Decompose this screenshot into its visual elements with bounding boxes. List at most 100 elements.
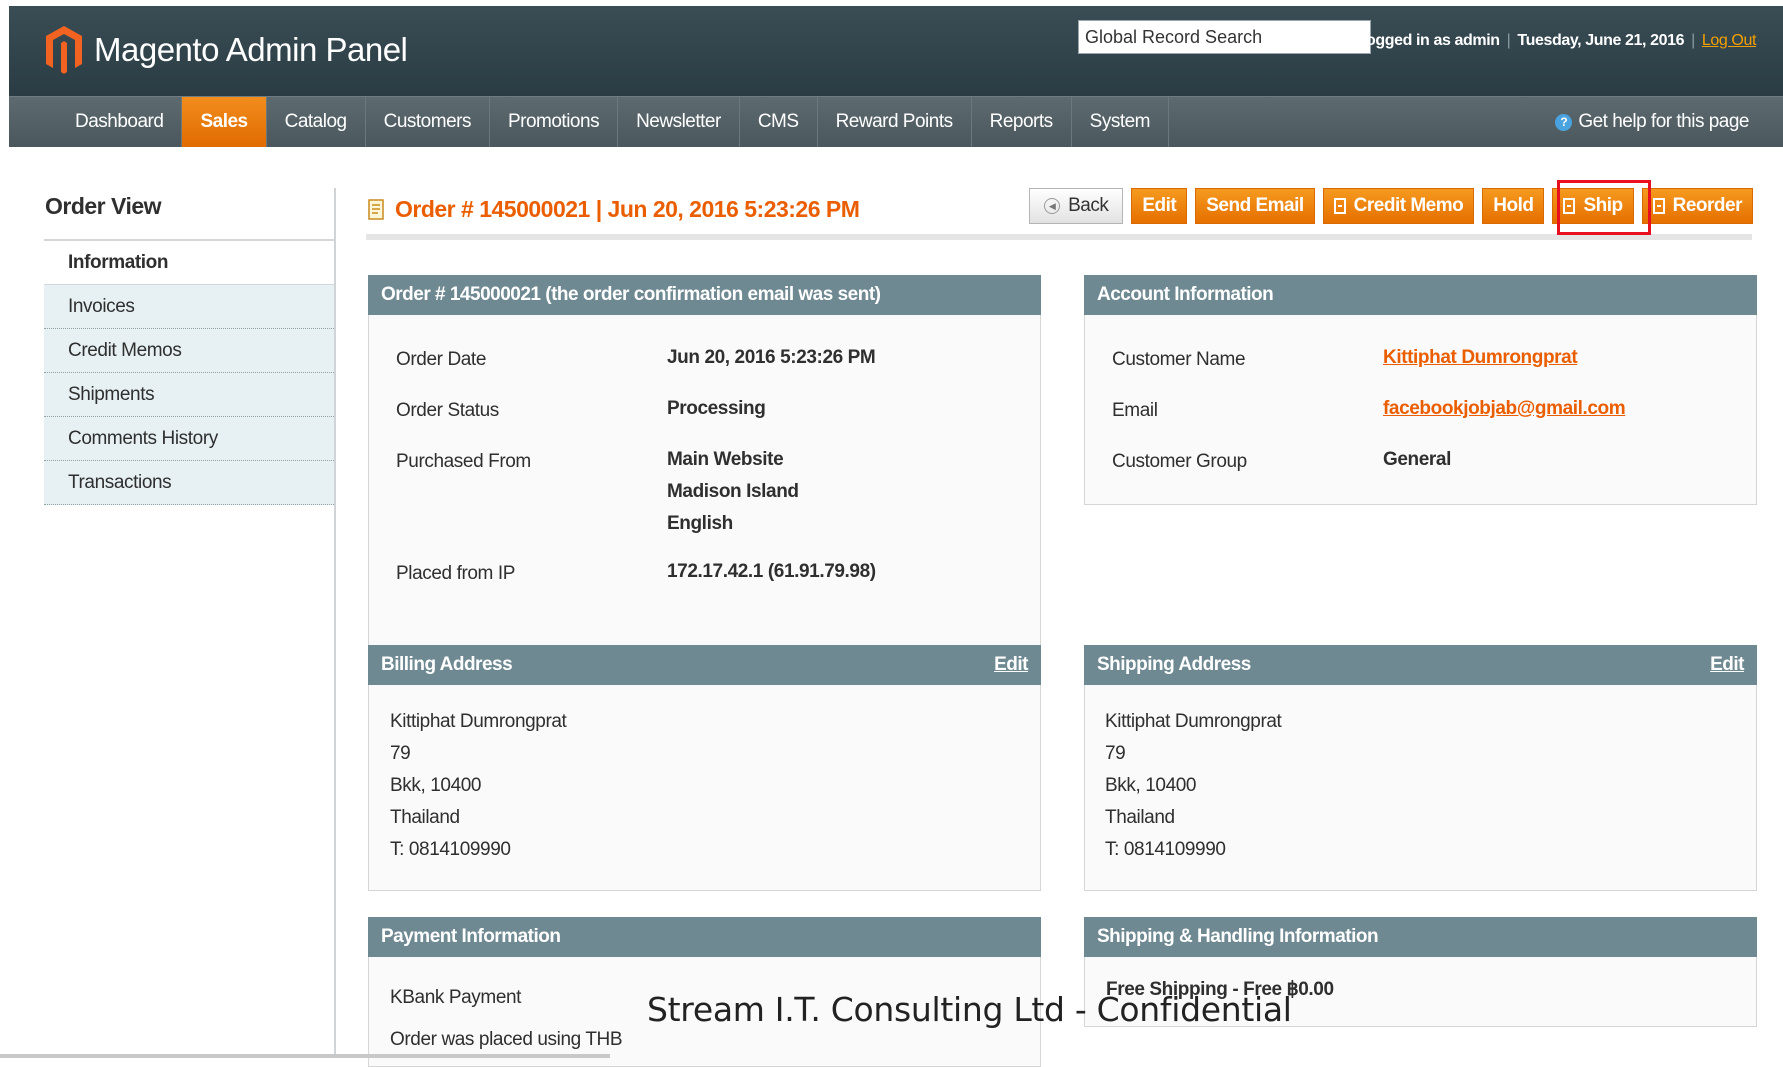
current-date: Tuesday, June 21, 2016 — [1517, 32, 1685, 49]
horizontal-scrollbar[interactable] — [0, 1054, 610, 1058]
order-status-label: Order Status — [396, 400, 499, 421]
billing-phone: T: 0814109990 — [390, 839, 511, 860]
order-icon — [368, 198, 384, 220]
sidebar-title: Order View — [45, 193, 162, 219]
nav-item-cms[interactable]: CMS — [740, 97, 818, 147]
billing-country: Thailand — [390, 807, 460, 828]
admin-page: Magento Admin Panel Logged in as admin|T… — [0, 0, 1783, 1067]
help-link[interactable]: ? Get help for this page — [1555, 97, 1749, 147]
nav-item-system[interactable]: System — [1072, 97, 1170, 147]
account-info-header: Account Information — [1084, 275, 1757, 315]
customer-group-value: General — [1383, 449, 1451, 470]
logout-link[interactable]: Log Out — [1702, 32, 1757, 49]
send-email-label: Send Email — [1206, 195, 1304, 216]
billing-name: Kittiphat Dumrongprat — [390, 711, 567, 732]
reorder-button[interactable]: Reorder — [1641, 188, 1753, 224]
logged-in-text: Logged in as admin — [1356, 32, 1500, 49]
order-info-box: Order # 145000021 (the order confirmatio… — [368, 275, 1041, 658]
magento-logo[interactable]: Magento Admin Panel — [44, 24, 408, 76]
document-icon — [1652, 198, 1665, 214]
billing-address-box: Billing Address Edit Kittiphat Dumrongpr… — [368, 645, 1041, 891]
edit-label: Edit — [1142, 195, 1177, 216]
main-nav: Dashboard Sales Catalog Customers Promotions… — [9, 96, 1783, 147]
credit-memo-label: Credit Memo — [1353, 195, 1464, 216]
magento-logo-icon — [46, 26, 82, 74]
shipping-handling-header: Shipping & Handling Information — [1084, 917, 1757, 957]
purchased-from-store: Madison Island — [667, 481, 799, 502]
send-email-button[interactable]: Send Email — [1195, 188, 1315, 224]
account-info-box: Account Information Customer Name Kittip… — [1084, 275, 1757, 505]
nav-item-promotions[interactable]: Promotions — [490, 97, 619, 147]
shipping-city: Bkk, 10400 — [1105, 775, 1197, 796]
document-icon — [1333, 198, 1346, 214]
billing-edit-link[interactable]: Edit — [994, 645, 1028, 685]
nav-item-sales[interactable]: Sales — [182, 97, 267, 147]
shipping-country: Thailand — [1105, 807, 1175, 828]
customer-group-label: Customer Group — [1112, 451, 1247, 472]
order-info-body: Order Date Jun 20, 2016 5:23:26 PM Order… — [368, 315, 1041, 658]
ship-button-highlight — [1557, 180, 1651, 235]
purchased-from-website: Main Website — [667, 449, 784, 470]
admin-header: Magento Admin Panel Logged in as admin|T… — [9, 6, 1783, 96]
order-date-value: Jun 20, 2016 5:23:26 PM — [667, 347, 876, 368]
purchased-from-label: Purchased From — [396, 451, 531, 472]
app-name: Magento Admin Panel — [94, 31, 408, 68]
sidebar-tab-shipments[interactable]: Shipments — [44, 373, 334, 417]
sidebar-tab-information[interactable]: Information — [44, 241, 334, 285]
customer-name-link[interactable]: Kittiphat Dumrongprat — [1383, 347, 1578, 368]
shipping-address-box: Shipping Address Edit Kittiphat Dumrongp… — [1084, 645, 1757, 891]
back-button[interactable]: ◀ Back — [1029, 188, 1124, 224]
shipping-address-header: Shipping Address Edit — [1084, 645, 1757, 685]
billing-city: Bkk, 10400 — [390, 775, 482, 796]
sidebar-tab-comments-history[interactable]: Comments History — [44, 417, 334, 461]
hold-label: Hold — [1493, 195, 1534, 216]
billing-street: 79 — [390, 743, 411, 764]
sidebar-tab-credit-memos[interactable]: Credit Memos — [44, 329, 334, 373]
sidebar-tab-transactions[interactable]: Transactions — [44, 461, 334, 505]
placed-ip-value: 172.17.42.1 (61.91.79.98) — [667, 561, 876, 582]
sidebar-tab-invoices[interactable]: Invoices — [44, 285, 334, 329]
nav-item-newsletter[interactable]: Newsletter — [618, 97, 740, 147]
shipping-address-body: Kittiphat Dumrongprat 79 Bkk, 10400 Thai… — [1084, 685, 1757, 891]
account-info-body: Customer Name Kittiphat Dumrongprat Emai… — [1084, 315, 1757, 505]
nav-item-reward-points[interactable]: Reward Points — [818, 97, 972, 147]
order-info-header: Order # 145000021 (the order confirmatio… — [368, 275, 1041, 315]
billing-address-title: Billing Address — [381, 654, 513, 675]
placed-ip-label: Placed from IP — [396, 563, 516, 584]
back-label: Back — [1068, 195, 1109, 216]
payment-info-header: Payment Information — [368, 917, 1041, 957]
billing-address-lines: Kittiphat Dumrongprat 79 Bkk, 10400 Thai… — [369, 685, 1040, 866]
shipping-street: 79 — [1105, 743, 1126, 764]
shipping-address-title: Shipping Address — [1097, 654, 1251, 675]
email-link[interactable]: facebookjobjab@gmail.com — [1383, 398, 1626, 419]
order-title: Order # 145000021 | Jun 20, 2016 5:23:26… — [395, 196, 860, 222]
purchased-from-view: English — [667, 513, 733, 534]
billing-address-header: Billing Address Edit — [368, 645, 1041, 685]
user-bar: Logged in as admin | Tuesday, June 21, 201… — [1356, 32, 1757, 49]
back-arrow-icon: ◀ — [1044, 198, 1061, 214]
edit-button[interactable]: Edit — [1131, 188, 1188, 224]
nav-item-reports[interactable]: Reports — [972, 97, 1072, 147]
order-status-value: Processing — [667, 398, 766, 419]
nav-item-dashboard[interactable]: Dashboard — [57, 97, 183, 147]
customer-name-label: Customer Name — [1112, 349, 1246, 370]
global-record-search-input[interactable] — [1078, 20, 1371, 54]
credit-memo-button[interactable]: Credit Memo — [1322, 188, 1475, 224]
email-label: Email — [1112, 400, 1158, 421]
billing-address-body: Kittiphat Dumrongprat 79 Bkk, 10400 Thai… — [368, 685, 1041, 891]
shipping-name: Kittiphat Dumrongprat — [1105, 711, 1282, 732]
sidebar-divider — [334, 188, 336, 1058]
shipping-edit-link[interactable]: Edit — [1710, 645, 1744, 685]
nav-item-customers[interactable]: Customers — [366, 97, 490, 147]
nav-item-catalog[interactable]: Catalog — [267, 97, 366, 147]
confidential-watermark: Stream I.T. Consulting Ltd - Confidentia… — [647, 990, 1292, 1029]
title-divider — [366, 234, 1752, 240]
sidebar-tabs: Information Invoices Credit Memos Shipments… — [44, 241, 334, 505]
shipping-address-lines: Kittiphat Dumrongprat 79 Bkk, 10400 Thai… — [1085, 685, 1756, 866]
nav-menu: Dashboard Sales Catalog Customers Promotions… — [57, 97, 1170, 147]
help-label: Get help for this page — [1578, 111, 1749, 132]
order-date-label: Order Date — [396, 349, 486, 370]
shipping-phone: T: 0814109990 — [1105, 839, 1226, 860]
reorder-label: Reorder — [1672, 195, 1743, 216]
hold-button[interactable]: Hold — [1482, 188, 1545, 224]
